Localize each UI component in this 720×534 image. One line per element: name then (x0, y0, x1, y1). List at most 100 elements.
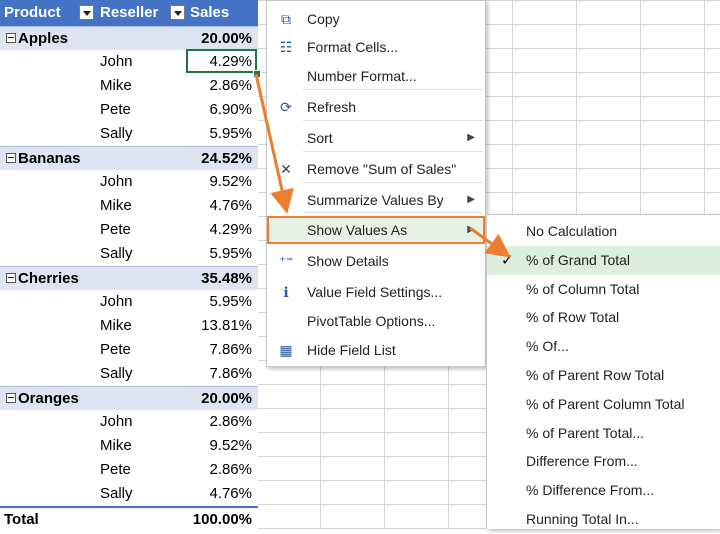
submenu-item-label: % Difference From... (526, 482, 655, 499)
menu-item-label: Value Field Settings... (307, 284, 443, 300)
menu-item-number-format[interactable]: Number Format... (267, 62, 485, 90)
submenu-item-label: % of Parent Column Total (526, 395, 685, 412)
pivot-item-row[interactable]: Mike 2.86% (0, 74, 258, 98)
pivot-item-row[interactable]: Pete 7.86% (0, 338, 258, 362)
reseller-label: Pete (100, 341, 131, 358)
pivot-item-row[interactable]: Mike 9.52% (0, 434, 258, 458)
submenu-item-of-parent-row-total[interactable]: % of Parent Row Total (487, 361, 720, 390)
menu-item-refresh[interactable]: ⟳ Refresh (267, 93, 485, 121)
menu-item-show-values-as[interactable]: Show Values As ▶ (267, 216, 485, 244)
submenu-item-label: % Of... (526, 338, 569, 355)
pivot-total-row[interactable]: Total 100.00% (0, 506, 258, 530)
menu-item-remove-sum-of-sales[interactable]: ✕ Remove "Sum of Sales" (267, 155, 485, 183)
collapse-icon[interactable] (6, 33, 16, 43)
reseller-label: John (100, 53, 133, 70)
pivot-item-row[interactable]: Sally 4.76% (0, 482, 258, 506)
reseller-label: Sally (100, 245, 133, 262)
submenu-item-of-grand-total[interactable]: ✓ % of Grand Total (487, 245, 720, 275)
fill-handle[interactable] (253, 70, 261, 78)
reseller-label: Sally (100, 365, 133, 382)
menu-item-copy[interactable]: ⧉ Copy (267, 5, 485, 33)
product-label: Apples (18, 30, 69, 47)
remove-x-icon: ✕ (280, 161, 292, 177)
show-values-as-submenu: No Calculation ✓ % of Grand Total % of Colu… (486, 214, 720, 529)
reseller-label: Pete (100, 101, 131, 118)
pivot-item-row[interactable]: Pete 6.90% (0, 98, 258, 122)
submenu-item-label: No Calculation (526, 223, 618, 239)
submenu-item-of[interactable]: % Of... (487, 332, 720, 361)
product-filter-button[interactable] (79, 5, 94, 20)
pivot-item-row[interactable]: Pete 2.86% (0, 458, 258, 482)
pivot-item-row[interactable]: John 2.86% (0, 410, 258, 434)
submenu-item-of-row-total[interactable]: % of Row Total (487, 303, 720, 332)
menu-item-label: Show Details (307, 253, 389, 269)
reseller-filter-button[interactable] (170, 5, 185, 20)
pivot-item-row[interactable]: John 5.95% (0, 290, 258, 314)
refresh-icon: ⟳ (280, 99, 292, 115)
pivot-item-row[interactable]: John 9.52% (0, 170, 258, 194)
sales-value: 5.95% (209, 125, 252, 142)
pivot-item-row[interactable]: Pete 4.29% (0, 218, 258, 242)
submenu-item-of-parent-total[interactable]: % of Parent Total... (487, 419, 720, 448)
submenu-item-label: % of Parent Total... (526, 424, 645, 441)
menu-item-sort[interactable]: Sort ▶ (267, 124, 485, 152)
field-list-icon: ▦ (279, 342, 293, 358)
pivot-group-row[interactable]: Bananas 24.52% (0, 146, 258, 170)
menu-item-format-cells[interactable]: ☷ Format Cells... (267, 33, 485, 61)
submenu-item-of-parent-column-total[interactable]: % of Parent Column Total (487, 390, 720, 419)
pivot-item-row[interactable]: Sally 7.86% (0, 362, 258, 386)
reseller-label: John (100, 413, 133, 430)
sales-value: 6.90% (209, 101, 252, 118)
collapse-icon[interactable] (6, 393, 16, 403)
submenu-arrow-icon: ▶ (467, 132, 475, 143)
product-label: Total (4, 511, 39, 528)
checkmark-icon: ✓ (501, 251, 514, 269)
sales-value: 9.52% (209, 437, 252, 454)
pivot-item-row[interactable]: Mike 4.76% (0, 194, 258, 218)
menu-item-label: Show Values As (307, 222, 408, 238)
sales-value: 7.86% (209, 341, 252, 358)
sales-value: 2.86% (209, 77, 252, 94)
reseller-label: Sally (100, 125, 133, 142)
pivot-group-row[interactable]: Oranges 20.00% (0, 386, 258, 410)
collapse-icon[interactable] (6, 273, 16, 283)
show-details-icon: ⁺⁼ (278, 253, 294, 269)
menu-item-label: Hide Field List (307, 342, 396, 358)
reseller-label: Pete (100, 221, 131, 238)
menu-item-label: Sort (307, 130, 333, 146)
collapse-icon[interactable] (6, 153, 16, 163)
selected-cell[interactable] (186, 49, 257, 73)
menu-item-hide-field-list[interactable]: ▦ Hide Field List (267, 336, 485, 364)
submenu-arrow-icon: ▶ (467, 224, 475, 235)
pivot-item-row[interactable]: Sally 5.95% (0, 122, 258, 146)
reseller-label: Mike (100, 77, 132, 94)
sales-value: 4.76% (209, 197, 252, 214)
sales-value: 4.76% (209, 485, 252, 502)
submenu-item-of-column-total[interactable]: % of Column Total (487, 275, 720, 304)
submenu-item-label: % of Parent Row Total (526, 367, 665, 383)
menu-item-label: Format Cells... (307, 39, 399, 55)
submenu-item-difference-from[interactable]: % Difference From... (487, 476, 720, 505)
pivot-item-row[interactable]: Mike 13.81% (0, 314, 258, 338)
pivot-group-row[interactable]: Apples 20.00% (0, 26, 258, 50)
header-reseller: Reseller (100, 4, 159, 21)
sales-value: 20.00% (201, 30, 252, 47)
submenu-item-running-total-in[interactable]: Running Total In... (487, 505, 720, 534)
reseller-label: Mike (100, 317, 132, 334)
submenu-item-label: Running Total In... (526, 511, 639, 527)
sales-value: 2.86% (209, 413, 252, 430)
sales-value: 5.95% (209, 245, 252, 262)
pivot-item-row[interactable]: Sally 5.95% (0, 242, 258, 266)
menu-item-label: Number Format... (307, 68, 417, 84)
menu-item-show-details[interactable]: ⁺⁼ Show Details (267, 247, 485, 275)
pivot-table: Product Reseller Sales Apples 20.00% John 4… (0, 0, 261, 530)
menu-item-summarize-values-by[interactable]: Summarize Values By ▶ (267, 186, 485, 214)
context-menu: ⧉ Copy ☷ Format Cells... Number Format... ⟳ Re… (266, 0, 486, 367)
value-field-settings-icon: ℹ (283, 284, 289, 300)
menu-item-value-field-settings[interactable]: ℹ Value Field Settings... (267, 278, 485, 306)
submenu-item-difference-from[interactable]: Difference From... (487, 447, 720, 476)
product-label: Oranges (18, 390, 79, 407)
menu-item-pivottable-options[interactable]: PivotTable Options... (267, 307, 485, 335)
submenu-item-no-calculation[interactable]: No Calculation (487, 217, 720, 246)
pivot-group-row[interactable]: Cherries 35.48% (0, 266, 258, 290)
